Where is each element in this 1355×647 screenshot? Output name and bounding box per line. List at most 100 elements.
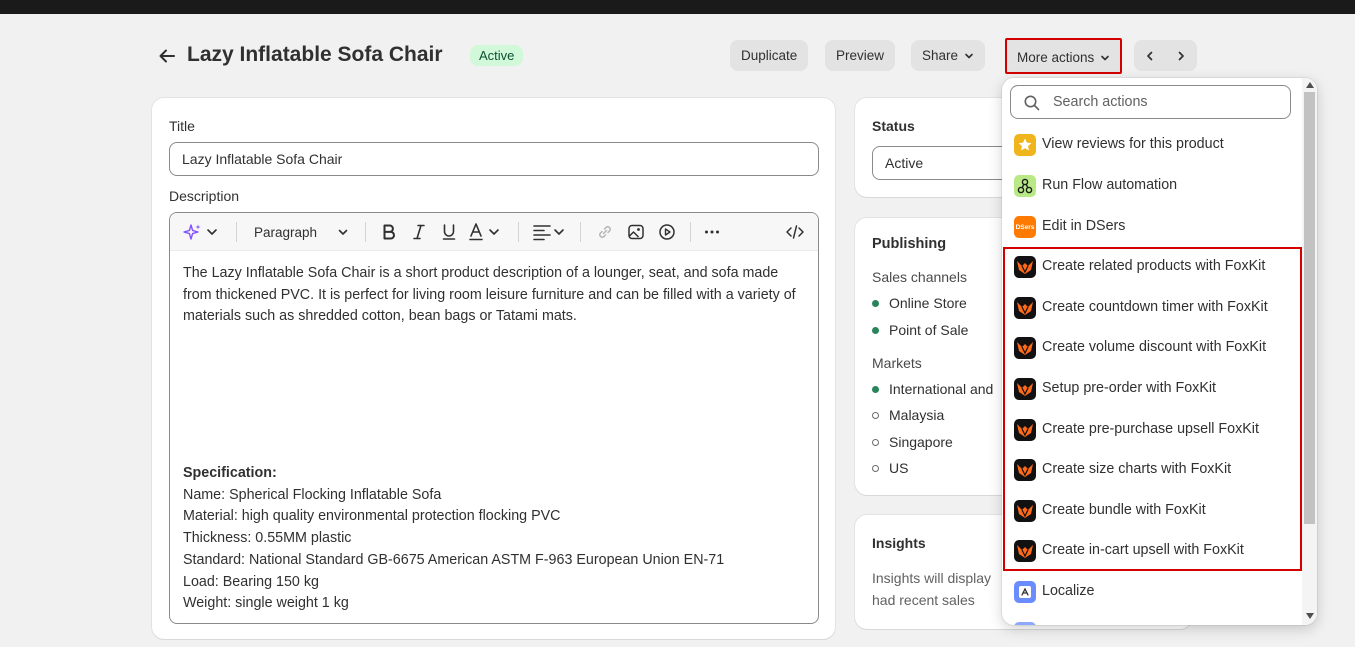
editor-toolbar: Paragraph (170, 213, 818, 251)
markets-label: Markets (872, 355, 922, 371)
menu-item-label: Localize (1042, 583, 1095, 599)
market-name: Singapore (889, 434, 953, 450)
description-text[interactable]: The Lazy Inflatable Sofa Chair is a shor… (183, 263, 808, 328)
toolbar-divider (690, 222, 691, 242)
spec-line: Load: Bearing 150 kg (183, 573, 319, 590)
bold-icon (383, 224, 395, 240)
share-button-label: Share (922, 48, 959, 63)
menu-item-label: Edit in DSers (1042, 218, 1126, 234)
toolbar-divider (365, 222, 366, 242)
dsers-logo-icon: DSers (1014, 216, 1036, 238)
market-item-international: International and (872, 381, 993, 397)
insert-video-button[interactable] (656, 221, 678, 243)
market-inactive-dot (872, 438, 879, 446)
insert-image-button[interactable] (625, 221, 647, 243)
channel-item-online-store: Online Store (872, 295, 967, 311)
paragraph-label: Paragraph (254, 224, 318, 240)
menu-item-label: View reviews for this product (1042, 136, 1224, 152)
dsers-icon-text: DSers (1015, 223, 1035, 231)
insights-text-line-2: had recent sales (872, 592, 975, 608)
publishing-label: Publishing (872, 236, 947, 252)
description-label: Description (169, 188, 240, 204)
code-icon (786, 225, 804, 239)
chevron-left-icon (1146, 51, 1152, 60)
scroll-up-icon[interactable] (1306, 82, 1314, 88)
align-button[interactable] (532, 221, 570, 243)
menu-item-localize[interactable]: Localize (1002, 572, 1302, 612)
title-input[interactable]: Lazy Inflatable Sofa Chair (169, 142, 819, 176)
image-icon (628, 224, 644, 240)
chevron-down-icon (338, 229, 348, 235)
next-product-button[interactable] (1165, 40, 1196, 71)
channel-name: Point of Sale (889, 322, 969, 338)
italic-button[interactable] (408, 221, 430, 243)
search-icon (1024, 95, 1040, 111)
page-title: Lazy Inflatable Sofa Chair (187, 43, 443, 66)
toolbar-divider (236, 222, 237, 242)
market-active-dot (872, 385, 879, 393)
menu-scrollbar[interactable] (1302, 78, 1317, 625)
channel-item-point-of-sale: Point of Sale (872, 322, 968, 338)
search-placeholder: Search actions (1053, 94, 1148, 110)
status-badge: Active (470, 45, 524, 66)
status-label: Status (872, 118, 915, 134)
duplicate-button[interactable]: Duplicate (730, 40, 809, 71)
localize-icon (1014, 581, 1036, 603)
channel-active-dot (872, 299, 879, 307)
more-actions-button[interactable]: More actions (1005, 38, 1123, 74)
text-color-button[interactable] (468, 221, 506, 243)
previous-product-button[interactable] (1134, 40, 1165, 71)
menu-item-view-reviews[interactable]: View reviews for this product (1002, 125, 1302, 165)
align-left-icon (533, 225, 564, 241)
more-actions-menu: Search actions View reviews for this pro… (1002, 78, 1317, 625)
insert-link-button[interactable] (594, 221, 616, 243)
paragraph-style-select[interactable]: Paragraph (254, 221, 354, 243)
chevron-down-icon (1101, 56, 1110, 61)
toolbar-divider (580, 222, 581, 242)
page-header: Lazy Inflatable Sofa Chair Active Duplic… (152, 38, 1202, 74)
app-icon (1014, 622, 1036, 625)
spec-line: Weight: single weight 1 kg (183, 595, 349, 612)
description-editor: Paragraph The Lazy Inflatable Sofa Chair… (169, 212, 819, 624)
top-bar (0, 0, 1355, 14)
spec-line: Material: high quality environmental pro… (183, 508, 561, 525)
share-button[interactable]: Share (911, 40, 986, 71)
foxkit-highlight-box (1003, 247, 1302, 571)
more-formatting-button[interactable] (701, 221, 723, 243)
italic-icon (413, 224, 425, 240)
scroll-down-icon[interactable] (1306, 613, 1314, 619)
preview-button[interactable]: Preview (825, 40, 896, 71)
insights-text-line-1: Insights will display (872, 570, 992, 586)
insights-label: Insights (872, 535, 926, 551)
show-html-button[interactable] (784, 221, 806, 243)
search-actions-input[interactable]: Search actions (1010, 85, 1291, 119)
sales-channels-label: Sales channels (872, 269, 967, 285)
market-inactive-dot (872, 411, 879, 419)
underline-button[interactable] (438, 221, 460, 243)
more-actions-label: More actions (1017, 50, 1095, 65)
spec-line: Thickness: 0.55MM plastic (183, 530, 352, 547)
menu-item-run-flow[interactable]: Run Flow automation (1002, 166, 1302, 206)
menu-item-edit-dsers[interactable]: DSers Edit in DSers (1002, 207, 1302, 247)
channel-active-dot (872, 326, 879, 334)
play-circle-icon (659, 224, 675, 240)
back-arrow-icon[interactable] (156, 45, 178, 67)
menu-item-partial (1002, 613, 1302, 625)
product-details-card: Title Lazy Inflatable Sofa Chair Descrip… (152, 98, 835, 639)
chevron-down-icon (965, 54, 973, 59)
market-name: US (889, 460, 909, 476)
description-paragraph: The Lazy Inflatable Sofa Chair is a shor… (183, 265, 796, 325)
star-icon (1014, 134, 1036, 156)
market-name: Malaysia (889, 407, 945, 423)
more-horizontal-icon (705, 230, 719, 234)
underline-icon (442, 224, 456, 240)
spec-heading: Specification: (183, 465, 277, 481)
channel-name: Online Store (889, 295, 967, 311)
link-icon (599, 226, 611, 238)
scrollbar-thumb[interactable] (1304, 92, 1315, 524)
market-inactive-dot (872, 464, 879, 472)
ai-magic-button[interactable] (182, 221, 222, 243)
flow-icon (1014, 175, 1036, 197)
bold-button[interactable] (378, 221, 400, 243)
market-item-singapore: Singapore (872, 434, 953, 450)
